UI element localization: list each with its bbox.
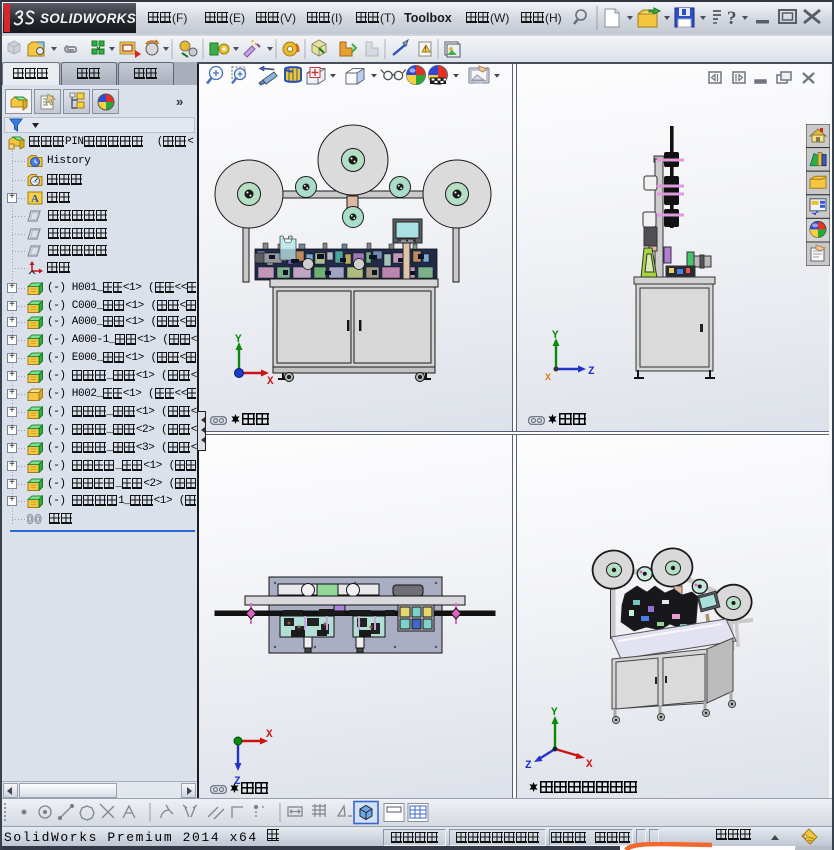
svg-text:X: X <box>586 759 593 771</box>
svg-text:X: X <box>266 729 273 741</box>
svg-text:X: X <box>545 373 551 384</box>
svg-text:Y: Y <box>551 707 558 719</box>
svg-text:Y: Y <box>552 330 559 342</box>
svg-text:!: ! <box>425 47 427 54</box>
svg-text:A: A <box>31 193 39 205</box>
svg-text:Z: Z <box>588 366 595 378</box>
svg-text:Z: Z <box>525 760 532 772</box>
svg-text:?: ? <box>727 8 737 29</box>
svg-text:Y: Y <box>235 334 242 346</box>
